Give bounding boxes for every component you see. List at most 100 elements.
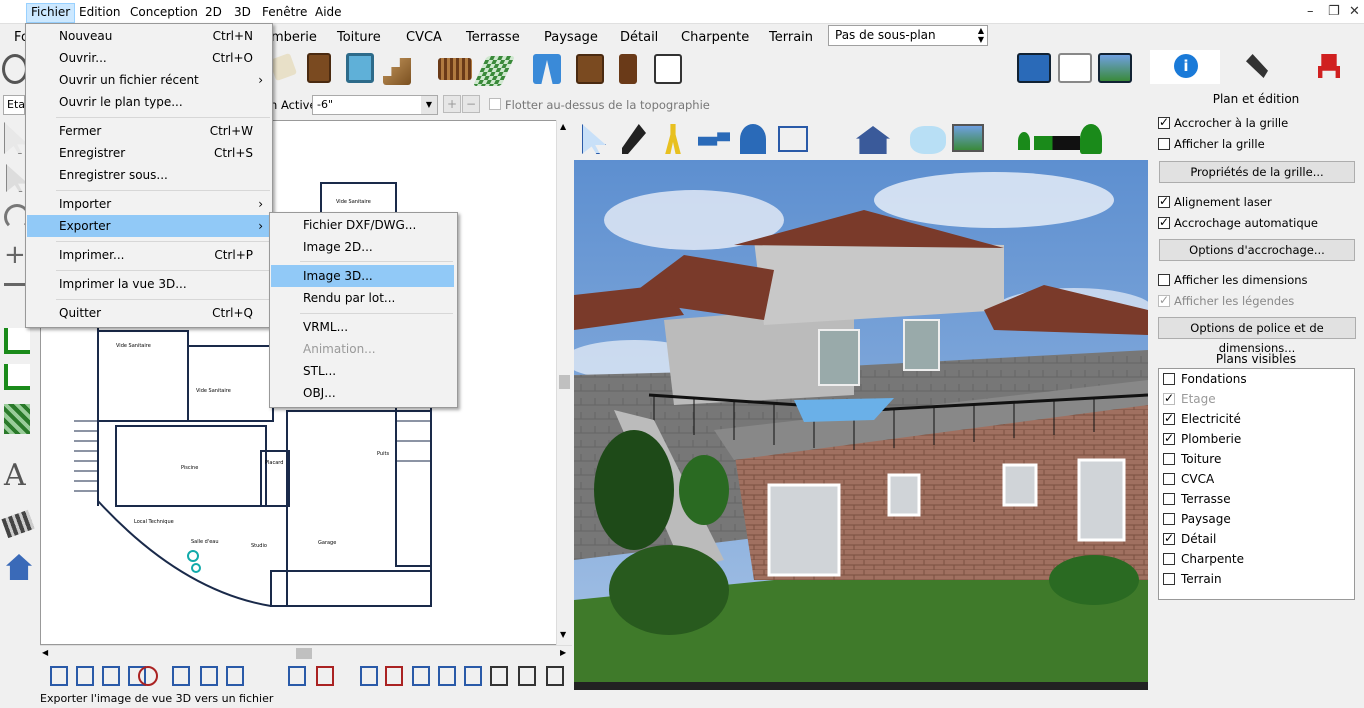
layer-item[interactable]: Etage bbox=[1163, 391, 1216, 406]
3d-view-icon[interactable] bbox=[1098, 53, 1132, 83]
house-3d-icon[interactable] bbox=[856, 126, 890, 154]
size-v-icon[interactable] bbox=[438, 666, 456, 686]
cabinet-icon[interactable] bbox=[576, 54, 604, 84]
menu-aide[interactable]: Aide bbox=[315, 5, 342, 20]
menu-item-nouveau[interactable]: Nouveau Ctrl+N bbox=[27, 25, 271, 47]
sky-icon[interactable] bbox=[910, 126, 946, 154]
plan-vertical-scrollbar[interactable]: ▲ ▼ bbox=[556, 120, 572, 645]
menu-item-animation[interactable]: Animation... bbox=[271, 338, 456, 360]
vegetation-slider[interactable] bbox=[1034, 136, 1080, 150]
menu-item-stl[interactable]: STL... bbox=[271, 360, 456, 382]
close-button[interactable]: ✕ bbox=[1349, 4, 1360, 19]
laser-checkbox[interactable]: Alignement laser bbox=[1158, 194, 1272, 209]
layer-item[interactable]: Détail bbox=[1163, 531, 1216, 546]
curtain-icon[interactable] bbox=[533, 54, 561, 84]
menu-item-ouvrir[interactable]: Ouvrir... Ctrl+O bbox=[27, 47, 271, 69]
layer-item[interactable]: Fondations bbox=[1163, 372, 1247, 386]
layer-item[interactable]: Terrasse bbox=[1163, 492, 1231, 506]
menu-item-image-2d[interactable]: Image 2D... bbox=[271, 236, 456, 258]
tab-furniture[interactable] bbox=[1294, 50, 1364, 84]
layer-checkbox[interactable] bbox=[1163, 553, 1175, 565]
layer-checkbox[interactable] bbox=[1163, 513, 1175, 525]
chevron-down-icon[interactable]: ▼ bbox=[421, 96, 437, 114]
menu-edition[interactable]: Edition bbox=[79, 5, 121, 20]
menu-item-plan-type[interactable]: Ouvrir le plan type... bbox=[27, 91, 271, 113]
scroll-up-icon[interactable]: ▲ bbox=[560, 122, 566, 131]
menu-item-image-3d[interactable]: Image 3D... bbox=[271, 265, 454, 287]
frame-icon[interactable] bbox=[490, 666, 508, 686]
size-both-icon[interactable] bbox=[464, 666, 482, 686]
layer-checkbox[interactable] bbox=[1163, 373, 1175, 385]
column-icon[interactable] bbox=[619, 54, 637, 84]
menu-3d[interactable]: 3D bbox=[234, 5, 251, 20]
subplan-select[interactable]: Pas de sous-plan ▲ ▼ bbox=[828, 25, 988, 46]
size-red-icon[interactable] bbox=[385, 666, 403, 686]
grid-properties-button[interactable]: Propriétés de la grille... bbox=[1159, 161, 1355, 183]
layer-checkbox[interactable] bbox=[1163, 391, 1175, 405]
layer-checkbox[interactable] bbox=[1163, 493, 1175, 505]
door-icon[interactable] bbox=[307, 53, 331, 83]
menu-item-imprimer-3d[interactable]: Imprimer la vue 3D... bbox=[27, 273, 271, 295]
menu-item-ouvrir-recent[interactable]: Ouvrir un fichier récent › bbox=[27, 69, 271, 91]
menu-item-importer[interactable]: Importer › bbox=[27, 193, 271, 215]
level-input[interactable]: -6" ▼ bbox=[312, 95, 438, 115]
minimize-button[interactable]: – bbox=[1307, 4, 1314, 19]
floor-tile-icon[interactable] bbox=[473, 56, 515, 86]
layer-item[interactable]: Plomberie bbox=[1163, 431, 1241, 446]
show-dimensions-checkbox[interactable]: Afficher les dimensions bbox=[1158, 273, 1308, 287]
house-icon[interactable] bbox=[6, 554, 32, 580]
font-options-button[interactable]: Options de police et de dimensions... bbox=[1158, 317, 1356, 355]
3d-select-icon[interactable] bbox=[582, 124, 606, 154]
menu-item-quitter[interactable]: Quitter Ctrl+Q bbox=[27, 302, 271, 324]
frame-alt-icon[interactable] bbox=[518, 666, 536, 686]
menu-item-fermer[interactable]: Fermer Ctrl+W bbox=[27, 120, 271, 142]
snap-options-button[interactable]: Options d'accrochage... bbox=[1159, 239, 1355, 261]
tab-cvca[interactable]: CVCA bbox=[406, 30, 442, 45]
tree-small-icon[interactable] bbox=[1018, 132, 1030, 150]
layer-item[interactable]: Electricité bbox=[1163, 411, 1241, 426]
menu-item-vrml[interactable]: VRML... bbox=[271, 316, 456, 338]
menu-item-rendu-lot[interactable]: Rendu par lot... bbox=[271, 287, 456, 309]
menu-item-exporter[interactable]: Exporter › bbox=[27, 215, 271, 237]
show-legends-checkbox[interactable]: Afficher les légendes bbox=[1158, 293, 1294, 308]
tab-plomberie[interactable]: mberie bbox=[271, 30, 317, 45]
menu-conception[interactable]: Conception bbox=[130, 5, 198, 20]
dimension-icon[interactable] bbox=[4, 328, 30, 354]
tab-info[interactable]: i bbox=[1150, 50, 1220, 84]
layer-checkbox[interactable] bbox=[1163, 431, 1175, 445]
layer-checkbox[interactable] bbox=[1163, 411, 1175, 425]
railing-icon[interactable] bbox=[438, 58, 472, 80]
center-target-icon[interactable] bbox=[138, 666, 158, 686]
distribute-icon[interactable] bbox=[200, 666, 218, 686]
space-h-icon[interactable] bbox=[360, 666, 378, 686]
scroll-right-icon[interactable]: ▶ bbox=[560, 648, 566, 657]
show-grid-checkbox[interactable]: Afficher la grille bbox=[1158, 137, 1265, 151]
eyedropper-icon[interactable] bbox=[622, 124, 646, 154]
symbol-library-icon[interactable] bbox=[654, 54, 682, 84]
minus-icon[interactable]: − bbox=[462, 95, 480, 113]
tab-toiture[interactable]: Toiture bbox=[337, 30, 381, 45]
dimension-auto-icon[interactable] bbox=[4, 364, 30, 390]
menu-item-obj[interactable]: OBJ... bbox=[271, 382, 456, 404]
distribute-v-icon[interactable] bbox=[226, 666, 244, 686]
plan-horizontal-scrollbar[interactable]: ◀ ▶ bbox=[40, 645, 572, 661]
space-red-icon[interactable] bbox=[316, 666, 334, 686]
scroll-down-icon[interactable]: ▼ bbox=[560, 630, 566, 639]
align-left-icon[interactable] bbox=[50, 666, 68, 686]
layer-item[interactable]: Paysage bbox=[1163, 512, 1231, 526]
size-h-icon[interactable] bbox=[412, 666, 430, 686]
layer-checkbox[interactable] bbox=[1163, 573, 1175, 585]
menu-item-imprimer[interactable]: Imprimer... Ctrl+P bbox=[27, 244, 271, 266]
auto-snap-checkbox[interactable]: Accrochage automatique bbox=[1158, 215, 1318, 230]
grid-icon[interactable] bbox=[546, 666, 564, 686]
menu-fenetre[interactable]: Fenêtre bbox=[262, 5, 307, 20]
layer-checkbox[interactable] bbox=[1163, 473, 1175, 485]
align-bottom-icon[interactable] bbox=[172, 666, 190, 686]
orbit-icon[interactable] bbox=[740, 124, 766, 154]
tree-large-icon[interactable] bbox=[1080, 124, 1102, 154]
layer-item[interactable]: CVCA bbox=[1163, 472, 1214, 486]
tab-charpente[interactable]: Charpente bbox=[681, 30, 749, 45]
layer-checkbox[interactable] bbox=[1163, 453, 1175, 465]
layer-item[interactable]: Terrain bbox=[1163, 572, 1222, 586]
3d-render-view[interactable] bbox=[574, 160, 1148, 690]
